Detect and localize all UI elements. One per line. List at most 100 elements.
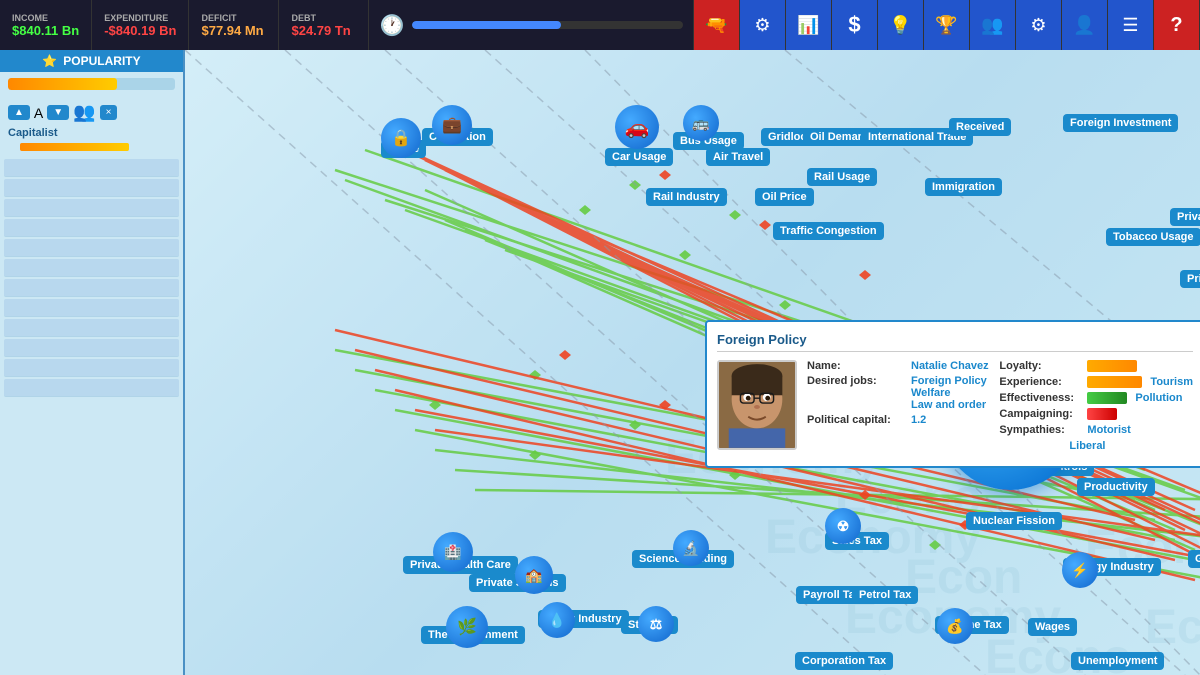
productivity-label[interactable]: Productivity <box>1077 478 1155 496</box>
left-item-8 <box>4 299 179 317</box>
rail-usage-label[interactable]: Rail Usage <box>807 168 877 186</box>
voter-up-btn[interactable]: ▲ <box>8 105 30 120</box>
bus-usage-icon[interactable]: 🚌 <box>683 105 719 141</box>
left-item-12 <box>4 379 179 397</box>
unemployment-label[interactable]: Unemployment <box>1071 652 1164 670</box>
wages-label[interactable]: Wages <box>1028 618 1077 636</box>
sympathy1-link[interactable]: Motorist <box>1087 424 1130 436</box>
pollution-link[interactable]: Pollution <box>1135 392 1182 404</box>
popup-avatar <box>717 360 797 450</box>
environment-icon[interactable]: 🌿 <box>446 606 488 648</box>
left-item-10 <box>4 339 179 357</box>
deficit-stat: DEFICIT $77.94 Mn <box>189 0 279 50</box>
left-item-1 <box>4 159 179 177</box>
group-button[interactable]: 👥 <box>970 0 1016 50</box>
loyalty-stat-label: Loyalty: <box>999 360 1079 372</box>
left-item-2 <box>4 179 179 197</box>
schools-icon[interactable]: 🏫 <box>515 556 553 594</box>
left-panel: ⭐ POPULARITY ▲ A ▼ 👥 × Capitalist <box>0 50 185 675</box>
immigration-label[interactable]: Immigration <box>925 178 1002 196</box>
list-button[interactable]: ☰ <box>1108 0 1154 50</box>
car-usage-icon[interactable]: 🚗 <box>615 105 659 149</box>
campaigning-stat-label: Campaigning: <box>999 408 1079 420</box>
gun-button[interactable]: 🔫 <box>694 0 740 50</box>
popup-title: Foreign Policy <box>717 332 1193 352</box>
job2-link[interactable]: Welfare <box>911 387 951 399</box>
air-travel-label[interactable]: Air Travel <box>706 148 770 166</box>
timer-area: 🕐 <box>369 0 694 50</box>
traffic-congestion-label[interactable]: Traffic Congestion <box>773 222 884 240</box>
income-value: $840.11 Bn <box>12 23 79 38</box>
clock-icon: 🕐 <box>379 13 404 38</box>
close-voter-btn[interactable]: × <box>100 105 118 120</box>
energy-icon[interactable]: ⚡ <box>1062 552 1098 588</box>
job3-link[interactable]: Law and order <box>911 399 986 411</box>
nuclear-fission-label[interactable]: Nuclear Fission <box>966 512 1062 530</box>
left-item-3 <box>4 199 179 217</box>
water-icon[interactable]: 💧 <box>539 602 575 638</box>
income-label: INCOME <box>12 13 79 23</box>
crime-icon[interactable]: 🔒 <box>381 118 421 158</box>
voter-bar-row <box>0 141 183 153</box>
voter-label: Capitalist <box>0 125 183 141</box>
icon-bar: 🔫 ⚙ 📊 $ 💡 🏆 👥 ⚙ 👤 ☰ ? <box>694 0 1200 50</box>
foreign-investment-label[interactable]: Foreign Investment <box>1063 114 1178 132</box>
car-usage-label[interactable]: Car Usage <box>605 148 673 166</box>
person-button[interactable]: 👤 <box>1062 0 1108 50</box>
pop-bar-fill <box>8 78 117 90</box>
popup-info: Name: Natalie Chavez Desired jobs: Forei… <box>807 360 989 456</box>
health-icon[interactable]: 🏥 <box>433 532 473 572</box>
left-item-4 <box>4 219 179 237</box>
tobacco-usage-label[interactable]: Tobacco Usage <box>1106 228 1200 246</box>
nuclear-icon[interactable]: ☢ <box>825 508 861 544</box>
rail-industry-label[interactable]: Rail Industry <box>646 188 727 206</box>
main-area: Economy Econo Economy Econ Economy Econo… <box>185 50 1200 675</box>
voter-icon: A <box>34 105 43 121</box>
campaigning-bar <box>1087 408 1117 420</box>
corruption-icon[interactable]: 💼 <box>432 105 472 145</box>
trophy-button[interactable]: 🏆 <box>924 0 970 50</box>
expenditure-label: EXPENDITURE <box>104 13 176 23</box>
left-item-6 <box>4 259 179 277</box>
stability-icon[interactable]: ⚖ <box>638 606 674 642</box>
deficit-value: $77.94 Mn <box>201 23 266 38</box>
voter-controls[interactable]: ▲ A ▼ 👥 × <box>0 100 183 125</box>
loyalty-bar <box>1087 360 1137 372</box>
tourism-link[interactable]: Tourism <box>1150 376 1193 388</box>
effectiveness-stat-label: Effectiveness: <box>999 392 1079 404</box>
pop-bar-container <box>8 78 175 90</box>
sympathy2-link[interactable]: Liberal <box>1069 440 1105 452</box>
debt-value: $24.79 Tn <box>291 23 356 38</box>
bg-text-9: Econ <box>1145 600 1200 655</box>
experience-stat-label: Experience: <box>999 376 1079 388</box>
people-button[interactable]: ⚙ <box>740 0 786 50</box>
top-bar: INCOME $840.11 Bn EXPENDITURE -$840.19 B… <box>0 0 1200 50</box>
gdp-sub-label[interactable]: GDP <box>1188 550 1200 568</box>
private-pensions-label[interactable]: Private Pensions <box>1170 208 1200 226</box>
bulb-button[interactable]: 💡 <box>878 0 924 50</box>
chart-button[interactable]: 📊 <box>786 0 832 50</box>
gear-button[interactable]: ⚙ <box>1016 0 1062 50</box>
income-tax-icon[interactable]: 💰 <box>937 608 973 644</box>
left-item-9 <box>4 319 179 337</box>
dollar-button[interactable]: $ <box>832 0 878 50</box>
received-label[interactable]: Received <box>949 118 1011 136</box>
left-item-11 <box>4 359 179 377</box>
group-icon-2: 👥 <box>73 102 95 123</box>
name-key: Name: <box>807 360 907 372</box>
timer-bar <box>412 21 683 29</box>
expenditure-value: -$840.19 Bn <box>104 23 176 38</box>
income-stat: INCOME $840.11 Bn <box>0 0 92 50</box>
voter-down-btn[interactable]: ▼ <box>47 105 69 120</box>
petrol-tax-label[interactable]: Petrol Tax <box>852 586 918 604</box>
desired-jobs-key: Desired jobs: <box>807 375 907 411</box>
help-button[interactable]: ? <box>1154 0 1200 50</box>
job1-link[interactable]: Foreign Policy <box>911 375 987 387</box>
name-value: Natalie Chavez <box>911 360 989 372</box>
science-icon[interactable]: 🔬 <box>673 530 709 566</box>
popularity-header: ⭐ POPULARITY <box>0 50 183 72</box>
experience-bars <box>1087 376 1142 388</box>
oil-price-label[interactable]: Oil Price <box>755 188 814 206</box>
corporation-tax-label[interactable]: Corporation Tax <box>795 652 893 670</box>
private-housing-label[interactable]: Private Housing <box>1180 270 1200 288</box>
